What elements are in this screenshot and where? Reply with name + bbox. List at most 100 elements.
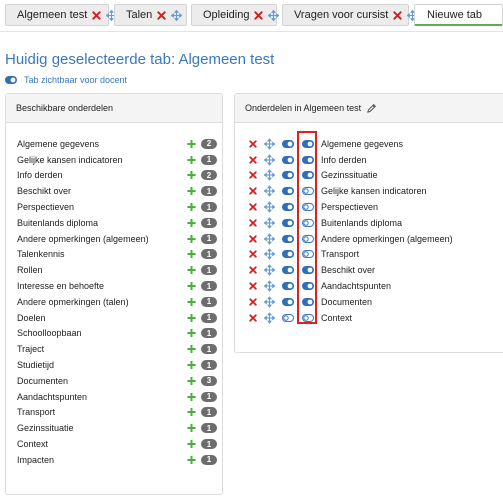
close-icon[interactable] [249,156,257,164]
move-icon[interactable] [264,217,275,229]
toggle-on-icon[interactable] [5,76,17,84]
move-icon[interactable] [268,9,280,21]
plus-icon[interactable] [187,234,196,243]
available-components-panel: Beschikbare onderdelen Algemene gegevens… [5,93,223,495]
plus-icon[interactable] [187,218,196,227]
plus-icon[interactable] [187,187,196,196]
plus-icon[interactable] [187,360,196,370]
component-name: Algemene gegevens [17,138,100,149]
move-icon[interactable] [264,312,275,324]
plus-icon[interactable] [187,439,196,449]
toggle-off-icon[interactable] [282,313,294,322]
list-item: Schoolloopbaan 1 [17,326,223,342]
close-icon[interactable] [249,140,257,148]
plus-icon[interactable] [187,297,196,306]
close-icon[interactable] [249,313,257,322]
move-icon[interactable] [264,138,275,150]
close-icon[interactable] [92,10,101,20]
move-icon[interactable] [264,296,275,308]
toggle-on-icon[interactable] [282,203,294,212]
move-icon[interactable] [264,248,275,260]
toggle-on-icon[interactable] [282,234,294,243]
plus-icon[interactable] [187,155,196,164]
list-item: Perspectieven 1 [17,199,223,215]
toggle-on-icon[interactable] [282,297,294,306]
toggle-on-icon[interactable] [282,187,294,196]
plus-icon[interactable] [187,171,196,180]
close-icon[interactable] [249,219,257,227]
close-icon[interactable] [249,171,257,180]
move-icon[interactable] [264,169,275,181]
list-item: Info derden 2 [17,168,223,184]
list-item: Aandachtspunten 1 [17,389,223,405]
plus-icon[interactable] [187,313,196,322]
count-badge: 1 [201,186,217,197]
list-item: Documenten 3 [17,373,223,389]
toggle-on-icon[interactable] [282,266,294,275]
close-icon[interactable] [249,203,257,211]
close-icon[interactable] [249,234,257,243]
list-item: Beschikt over [247,262,487,278]
tab-opleiding[interactable]: Opleiding [191,4,280,26]
component-name: Aandachtspunten [321,281,392,292]
plus-icon[interactable] [187,250,196,259]
component-name: Andere opmerkingen (talen) [17,296,129,307]
move-icon[interactable] [264,185,275,197]
plus-icon[interactable] [187,329,196,338]
tab-talen[interactable]: Talen [114,4,187,26]
toggle-on-icon[interactable] [282,218,294,227]
tab-nieuwe-tab[interactable]: Nieuwe tab [414,4,503,26]
close-icon[interactable] [249,187,257,195]
close-icon[interactable] [249,250,257,259]
toggle-on-icon[interactable] [282,171,294,180]
plus-icon[interactable] [187,266,196,275]
toggle-on-icon[interactable] [282,139,294,148]
plus-icon[interactable] [187,203,196,212]
component-name: Beschikt over [321,265,376,276]
list-item: Andere opmerkingen (talen) 1 [17,294,223,310]
component-name: Talenkennis [17,249,65,260]
plus-icon[interactable] [187,282,196,291]
tab-vragen-voor-cursist[interactable]: Vragen voor cursist [282,4,419,26]
count-badge: 1 [201,344,217,355]
move-icon[interactable] [264,201,275,213]
close-icon[interactable] [254,10,264,20]
close-icon[interactable] [249,298,257,306]
count-badge: 1 [201,296,217,307]
plus-icon[interactable] [187,345,196,354]
count-badge: 1 [201,312,217,323]
move-icon[interactable] [264,233,275,245]
close-icon[interactable] [249,266,257,274]
count-badge: 2 [201,138,217,149]
close-icon[interactable] [157,10,166,20]
close-icon[interactable] [249,282,257,290]
move-icon[interactable] [264,154,275,166]
close-icon[interactable] [393,10,402,20]
plus-icon[interactable] [187,139,196,148]
component-name: Gelijke kansen indicatoren [17,154,123,165]
toggle-on-icon[interactable] [282,282,294,291]
tab-algemeen-test[interactable]: Algemeen test [5,4,118,26]
list-item: Rollen 1 [17,262,223,278]
count-badge: 1 [201,281,217,292]
plus-icon[interactable] [187,376,196,385]
toggle-on-icon[interactable] [282,250,294,259]
plus-icon[interactable] [187,392,196,401]
teacher-visibility-toggle[interactable]: Tab zichtbaar voor docent [5,74,127,86]
component-name: Context [17,439,49,450]
count-badge: 1 [201,154,217,165]
move-icon[interactable] [171,9,183,21]
available-components-list: Algemene gegevens 2 Gelijke kansen indicat… [17,136,223,468]
panel-header: Beschikbare onderdelen [6,94,222,123]
tab-components-panel: Onderdelen in Algemeen test Algemene geg… [234,93,503,353]
count-badge: 1 [201,249,217,260]
pencil-icon[interactable] [366,103,377,114]
plus-icon[interactable] [187,455,196,464]
toggle-on-icon[interactable] [282,155,294,164]
move-icon[interactable] [264,280,275,292]
plus-icon[interactable] [187,408,196,417]
plus-icon[interactable] [187,424,196,433]
list-item: Studietijd 1 [17,357,223,373]
list-item: Beschikt over 1 [17,183,223,199]
move-icon[interactable] [264,264,275,276]
